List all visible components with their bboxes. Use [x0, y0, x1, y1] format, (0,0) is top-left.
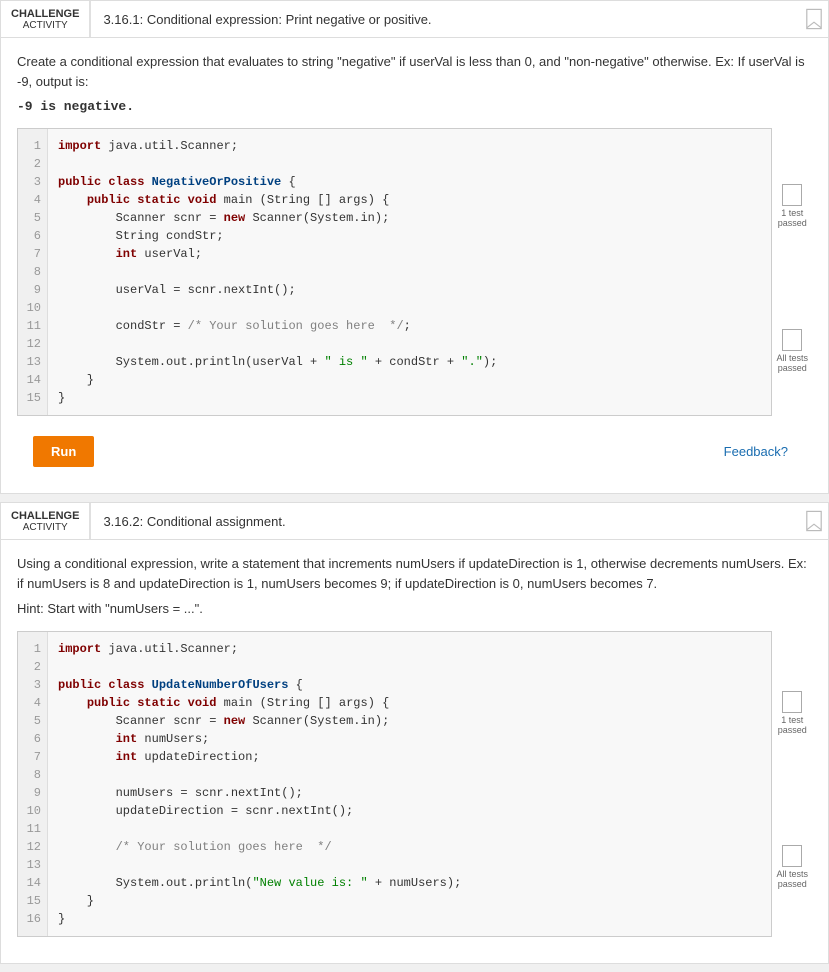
test-box-2b — [782, 845, 802, 867]
test-box-1b — [782, 329, 802, 351]
test-badge-2b: All testspassed — [776, 845, 808, 889]
test-label-1a: 1 testpassed — [778, 208, 807, 228]
test-box-1a — [782, 184, 802, 206]
challenge-title-1: 3.16.1: Conditional expression: Print ne… — [91, 1, 800, 37]
bookmark-icon-1[interactable] — [800, 1, 828, 37]
challenge-block-2: CHALLENGE ACTIVITY 3.16.2: Conditional a… — [0, 502, 829, 964]
test-panel-1: 1 testpassed All testspassed — [772, 128, 812, 428]
line-numbers-2: 12345678910111213141516 — [18, 632, 48, 936]
code-text-2[interactable]: import java.util.Scanner; public class U… — [48, 632, 771, 936]
challenge-label-bottom-2: ACTIVITY — [23, 522, 68, 533]
challenge-label-top-2: CHALLENGE — [11, 510, 79, 522]
challenge-label-top-1: CHALLENGE — [11, 8, 79, 20]
editor-area-2: 12345678910111213141516 import java.util… — [17, 631, 812, 949]
feedback-link-1[interactable]: Feedback? — [724, 444, 796, 467]
challenge-header-2: CHALLENGE ACTIVITY 3.16.2: Conditional a… — [1, 503, 828, 540]
footer-row-1: Run Feedback? — [17, 428, 812, 479]
challenge-label-1: CHALLENGE ACTIVITY — [1, 1, 91, 37]
bookmark-icon-2[interactable] — [800, 503, 828, 539]
challenge-label-2: CHALLENGE ACTIVITY — [1, 503, 91, 539]
line-numbers-1: 123456789101112131415 — [18, 129, 48, 415]
code-example-1: -9 is negative. — [17, 99, 812, 114]
test-label-2b: All testspassed — [776, 869, 808, 889]
challenge-body-2: Using a conditional expression, write a … — [1, 540, 828, 963]
test-badge-2a: 1 testpassed — [778, 691, 807, 735]
hint-text-2: Hint: Start with "numUsers = ...". — [17, 601, 812, 616]
challenge-header-1: CHALLENGE ACTIVITY 3.16.1: Conditional e… — [1, 1, 828, 38]
challenge-body-1: Create a conditional expression that eva… — [1, 38, 828, 493]
test-label-1b: All testspassed — [776, 353, 808, 373]
challenge-description-2: Using a conditional expression, write a … — [17, 554, 812, 593]
challenge-description-1: Create a conditional expression that eva… — [17, 52, 812, 91]
test-box-2a — [782, 691, 802, 713]
test-badge-1b: All testspassed — [776, 329, 808, 373]
challenge-title-2: 3.16.2: Conditional assignment. — [91, 503, 800, 539]
challenge-block-1: CHALLENGE ACTIVITY 3.16.1: Conditional e… — [0, 0, 829, 494]
test-badge-1a: 1 testpassed — [778, 184, 807, 228]
challenge-label-bottom-1: ACTIVITY — [23, 20, 68, 31]
code-editor-2[interactable]: 12345678910111213141516 import java.util… — [17, 631, 772, 937]
test-panel-2: 1 testpassed All testspassed — [772, 631, 812, 949]
code-text-1[interactable]: import java.util.Scanner; public class N… — [48, 129, 771, 415]
run-button-1[interactable]: Run — [33, 436, 94, 467]
test-label-2a: 1 testpassed — [778, 715, 807, 735]
editor-area-1: 123456789101112131415 import java.util.S… — [17, 128, 812, 428]
code-editor-1[interactable]: 123456789101112131415 import java.util.S… — [17, 128, 772, 416]
